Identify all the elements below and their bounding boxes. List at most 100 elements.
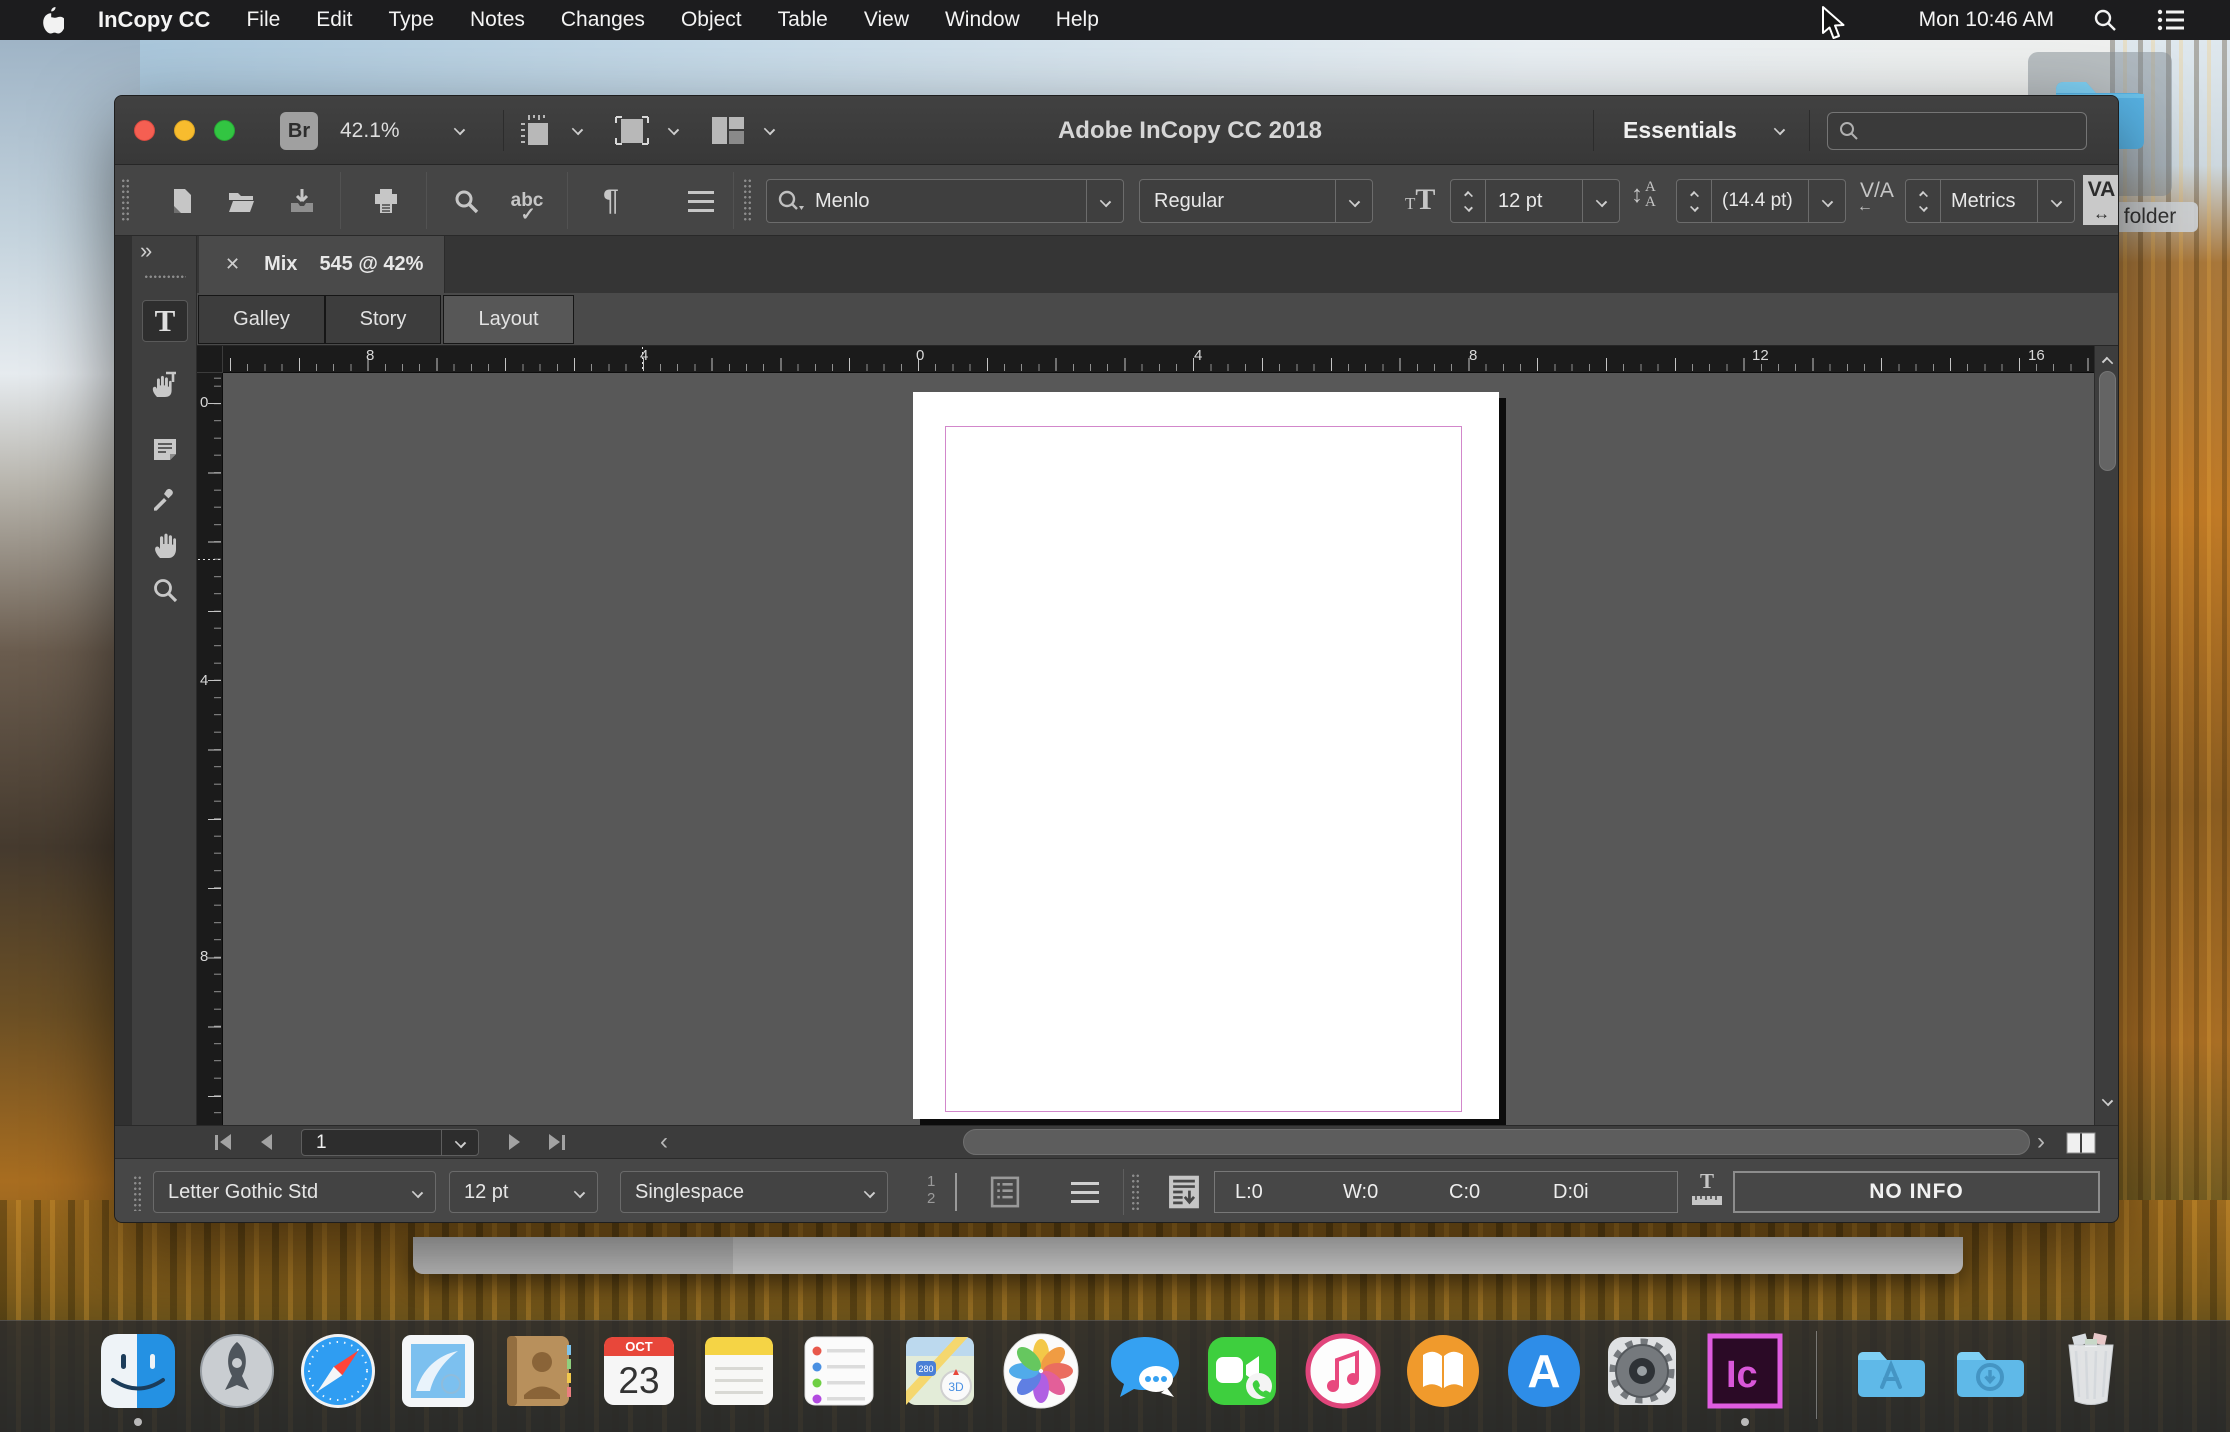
dock-calendar[interactable]: OCT 23 xyxy=(597,1329,681,1413)
kerning-chevron-icon[interactable] xyxy=(2038,197,2074,206)
tracking-icon[interactable]: VA ↔ xyxy=(2083,175,2119,225)
show-hidden-characters-button[interactable]: ¶ xyxy=(591,181,631,221)
dock-app-store[interactable]: A xyxy=(1502,1329,1586,1413)
position-tool[interactable] xyxy=(142,364,188,406)
vertical-scrollbar[interactable] xyxy=(2094,346,2119,1125)
menu-item-notes[interactable]: Notes xyxy=(470,8,525,32)
menu-item-type[interactable]: Type xyxy=(388,8,434,32)
background-window-edge[interactable] xyxy=(413,1237,1963,1274)
dock-itunes[interactable] xyxy=(1301,1329,1385,1413)
tab-layout[interactable]: Layout xyxy=(443,295,574,344)
close-window-button[interactable] xyxy=(134,120,155,141)
leading-stepper[interactable] xyxy=(1677,192,1711,211)
next-page-button[interactable] xyxy=(509,1134,520,1150)
frame-edges-chevron-icon[interactable] xyxy=(668,124,679,135)
zoom-tool[interactable] xyxy=(142,570,188,612)
ruler-corner[interactable] xyxy=(197,346,223,373)
minimize-window-button[interactable] xyxy=(174,120,195,141)
dock-mail[interactable] xyxy=(396,1329,480,1413)
panel-drag-handle[interactable] xyxy=(144,274,186,281)
kerning-field[interactable]: Metrics xyxy=(1905,179,2075,223)
kerning-stepper[interactable] xyxy=(1906,192,1940,211)
dock-finder[interactable] xyxy=(96,1329,180,1413)
page-number-field[interactable]: 1 xyxy=(301,1129,479,1156)
story-list-toggle[interactable] xyxy=(987,1173,1023,1211)
menu-item-help[interactable]: Help xyxy=(1056,8,1099,32)
tab-story[interactable]: Story xyxy=(325,295,441,344)
open-document-button[interactable] xyxy=(221,181,261,221)
note-tool[interactable] xyxy=(142,428,188,470)
dock-reminders[interactable] xyxy=(797,1329,881,1413)
dock-system-preferences[interactable] xyxy=(1600,1329,1684,1413)
dock-ibooks[interactable] xyxy=(1401,1329,1485,1413)
spellcheck-button[interactable]: abc ✓ xyxy=(507,181,547,221)
dock-trash[interactable] xyxy=(2049,1329,2133,1413)
screen-mode-chevron-icon[interactable] xyxy=(764,124,775,135)
zoom-window-button[interactable] xyxy=(214,120,235,141)
horizontal-scrollbar-thumb[interactable] xyxy=(963,1129,2030,1155)
horizontal-ruler[interactable]: 8 4 0 4 8 12 16 xyxy=(223,346,2094,373)
last-page-button[interactable] xyxy=(549,1134,565,1150)
dock-incopy[interactable]: Ic xyxy=(1703,1329,1787,1413)
eyedropper-tool[interactable] xyxy=(142,476,188,518)
document-page[interactable] xyxy=(913,392,1499,1119)
print-button[interactable] xyxy=(366,181,406,221)
vertical-ruler[interactable]: 0 4 8 xyxy=(197,373,223,1125)
line-numbers-toggle[interactable]: 12 xyxy=(921,1173,957,1211)
dock-contacts[interactable] xyxy=(497,1329,581,1413)
dock-maps[interactable]: 280 3D xyxy=(898,1329,982,1413)
status-spacing-chevron-icon[interactable] xyxy=(851,1188,887,1197)
font-family-field[interactable]: Menlo xyxy=(766,179,1124,223)
menu-item-object[interactable]: Object xyxy=(681,8,742,32)
scroll-left-icon[interactable]: ‹ xyxy=(660,1130,668,1154)
font-size-field[interactable]: 12 pt xyxy=(1450,179,1620,223)
menu-item-edit[interactable]: Edit xyxy=(316,8,352,32)
leading-field[interactable]: (14.4 pt) xyxy=(1676,179,1846,223)
screen-mode-icon[interactable] xyxy=(709,114,747,147)
toolbar-menu-button[interactable] xyxy=(681,181,721,221)
font-size-stepper[interactable] xyxy=(1451,192,1485,211)
menu-item-changes[interactable]: Changes xyxy=(561,8,645,32)
new-document-button[interactable] xyxy=(162,181,202,221)
save-button[interactable] xyxy=(282,181,322,221)
notification-center-icon[interactable] xyxy=(2156,8,2186,32)
search-input[interactable] xyxy=(1827,112,2087,150)
first-page-button[interactable] xyxy=(215,1134,231,1150)
zoom-level-value[interactable]: 42.1% xyxy=(340,96,400,165)
menu-item-incopy[interactable]: InCopy CC xyxy=(98,7,210,33)
drag-handle[interactable] xyxy=(121,178,129,223)
frame-edges-icon[interactable] xyxy=(613,114,651,147)
vertical-scrollbar-thumb[interactable] xyxy=(2099,371,2116,471)
dock-notes[interactable] xyxy=(697,1329,781,1413)
zoom-level-chevron-icon[interactable] xyxy=(454,124,465,135)
view-options-icon[interactable] xyxy=(519,114,557,147)
scroll-up-icon[interactable] xyxy=(2102,357,2113,368)
drag-handle[interactable] xyxy=(1131,1173,1139,1211)
status-size-dropdown[interactable]: 12 pt xyxy=(449,1171,598,1213)
menu-item-window[interactable]: Window xyxy=(945,8,1020,32)
spread-view-icon[interactable] xyxy=(2061,1131,2101,1155)
spotlight-icon[interactable] xyxy=(2092,7,2118,33)
menu-clock[interactable]: Mon 10:46 AM xyxy=(1919,8,2054,32)
tab-galley[interactable]: Galley xyxy=(198,295,325,344)
apple-menu-icon[interactable] xyxy=(38,5,64,35)
font-style-field[interactable]: Regular xyxy=(1139,179,1373,223)
find-change-button[interactable] xyxy=(446,181,486,221)
menu-item-table[interactable]: Table xyxy=(778,8,828,32)
font-style-chevron-icon[interactable] xyxy=(1336,197,1372,206)
drag-handle[interactable] xyxy=(743,178,751,223)
dock-launchpad[interactable] xyxy=(195,1329,279,1413)
status-size-chevron-icon[interactable] xyxy=(561,1188,597,1197)
status-font-chevron-icon[interactable] xyxy=(399,1188,435,1197)
window-title-bar[interactable]: Br 42.1% Adobe InCopy CC 2018 Essentials xyxy=(115,96,2119,165)
dock-facetime[interactable] xyxy=(1200,1329,1284,1413)
status-font-dropdown[interactable]: Letter Gothic Std xyxy=(153,1171,436,1213)
font-family-chevron-icon[interactable] xyxy=(1087,197,1123,206)
scroll-right-icon[interactable]: › xyxy=(2037,1130,2045,1154)
dock-applications-folder[interactable] xyxy=(1849,1329,1933,1413)
dock-safari[interactable] xyxy=(296,1329,380,1413)
dock-messages[interactable] xyxy=(1103,1329,1187,1413)
expand-panel-button[interactable]: » xyxy=(140,238,152,264)
hand-tool[interactable] xyxy=(142,524,188,566)
drag-handle[interactable] xyxy=(133,1175,141,1211)
